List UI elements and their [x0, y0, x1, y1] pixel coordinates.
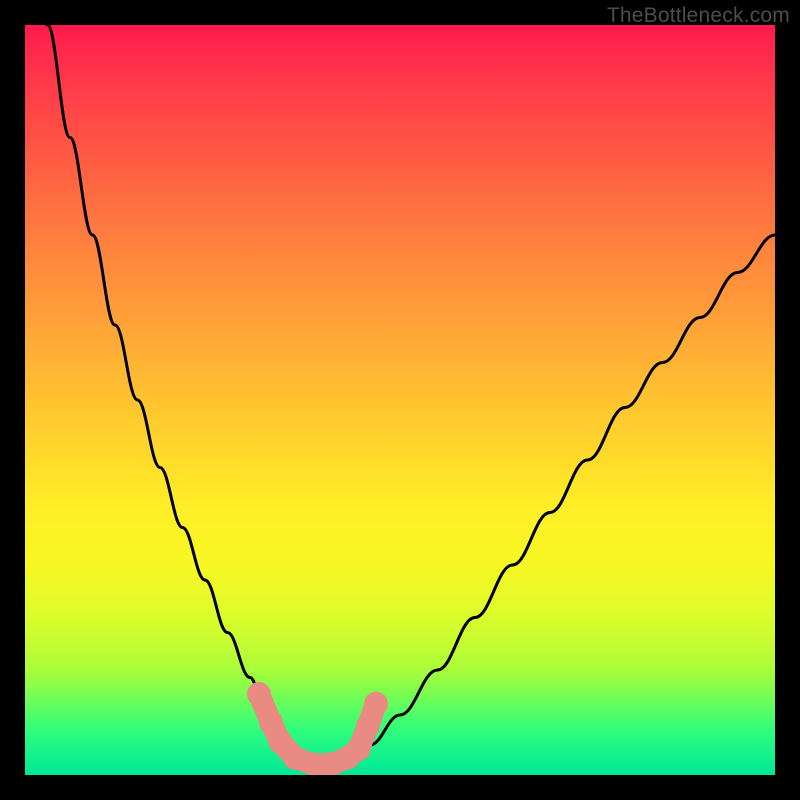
marker-dot	[356, 714, 380, 738]
marker-dot	[347, 737, 371, 761]
bottleneck-curve	[25, 25, 775, 764]
highlighted-points	[247, 682, 388, 775]
marker-dot	[247, 682, 271, 706]
marker-dot	[364, 692, 388, 716]
curve-layer	[25, 25, 775, 775]
watermark-text: TheBottleneck.com	[607, 4, 790, 28]
plot-area	[25, 25, 775, 775]
chart-frame: TheBottleneck.com	[0, 0, 800, 800]
